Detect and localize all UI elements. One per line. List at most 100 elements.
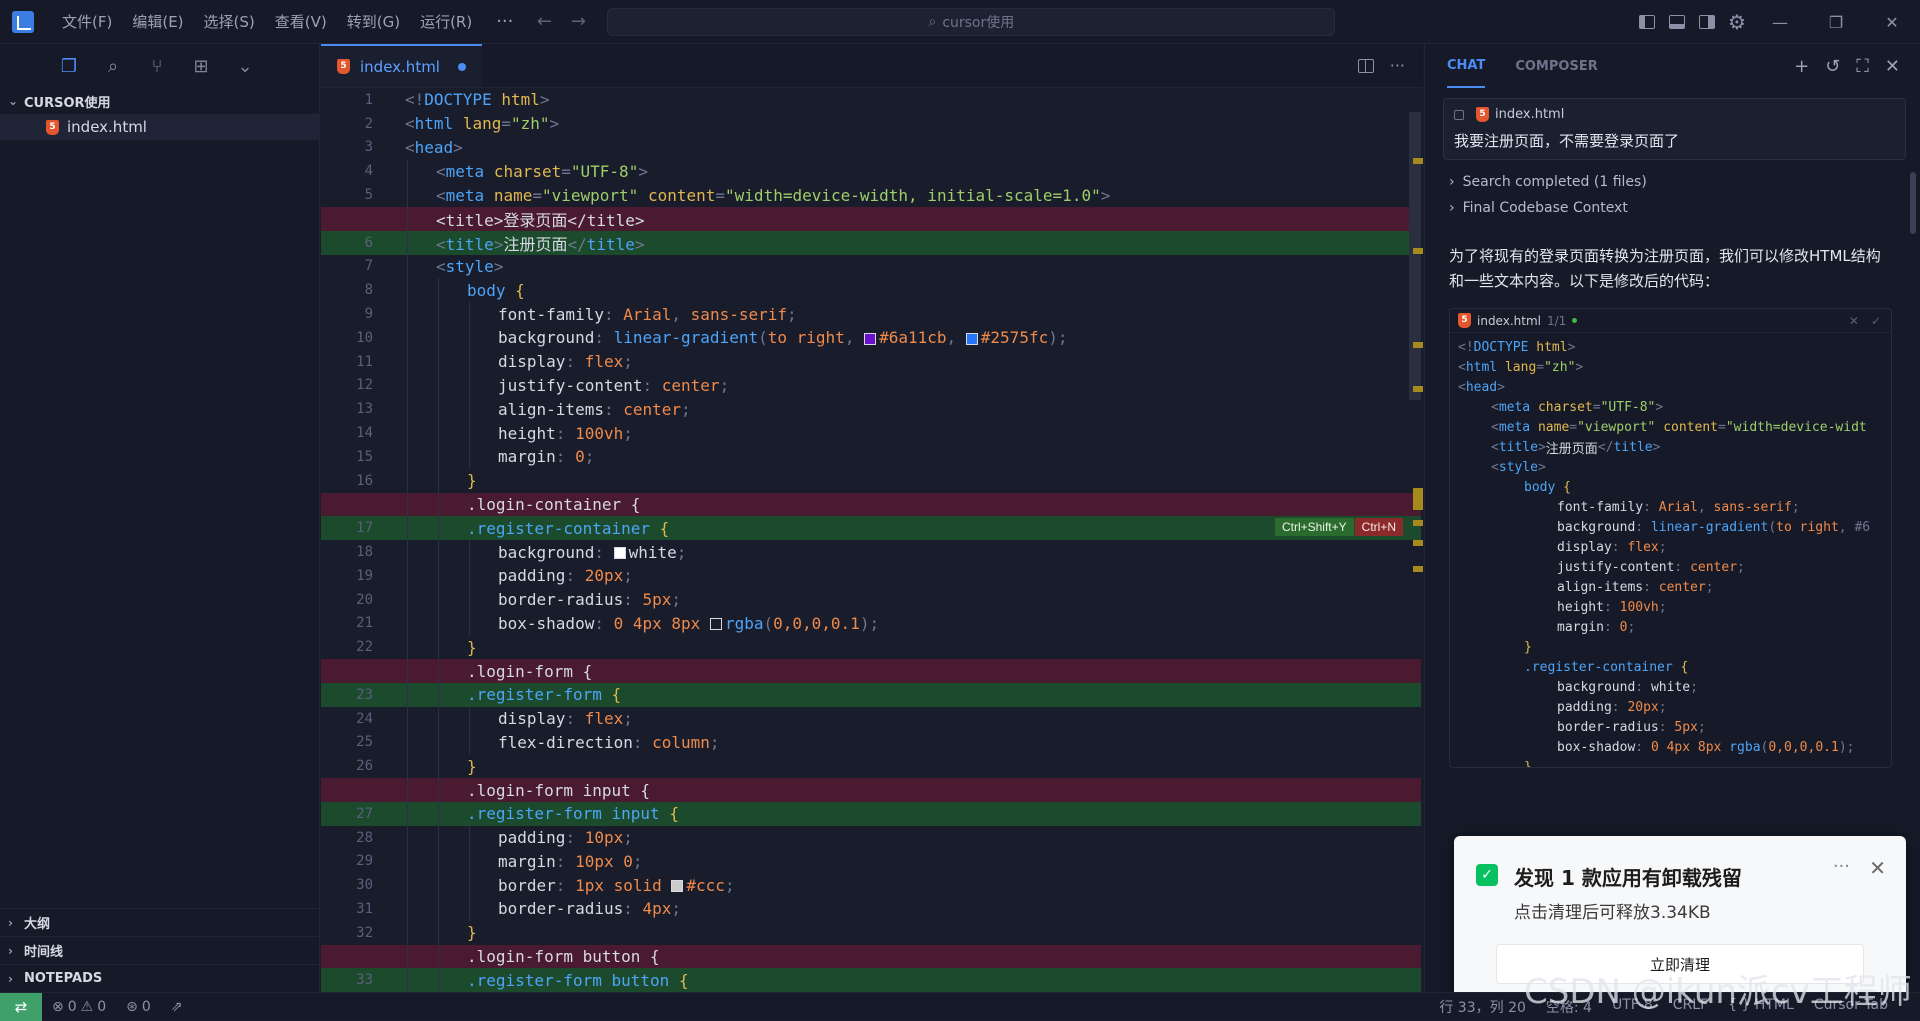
code-line[interactable]: 15 margin: 0; [321, 444, 1421, 469]
code-line[interactable]: 20 border-radius: 5px; [321, 587, 1421, 612]
folder-header[interactable]: ⌄ CURSOR使用 [0, 88, 319, 114]
sidebar-section[interactable]: › 时间线 [0, 936, 319, 964]
code-line[interactable]: 24 display: flex; [321, 706, 1421, 731]
code-line[interactable]: 8 body { [321, 278, 1421, 303]
code-line[interactable]: 16} [321, 468, 1421, 493]
deleted-code-line[interactable]: .login-form input { [321, 778, 1421, 802]
live-share-icon[interactable]: ⇗ [161, 999, 193, 1015]
deleted-code-line[interactable]: .login-form button { [321, 944, 1421, 969]
code-line[interactable]: 12 justify-content: center; [321, 373, 1421, 398]
color-swatch[interactable] [613, 547, 626, 560]
reject-icon[interactable]: ✕ [1849, 314, 1859, 328]
more-options-icon[interactable]: ··· [1833, 856, 1850, 877]
code-line[interactable]: 31 border-radius: 4px; [321, 897, 1421, 921]
editor-scrollbar[interactable] [1405, 88, 1423, 992]
command-search-box[interactable]: ⌕ cursor使用 [607, 7, 1336, 36]
accept-change-button[interactable]: Ctrl+Shift+Y [1274, 518, 1354, 537]
code-line[interactable]: 26} [321, 754, 1421, 779]
gear-icon[interactable]: ⚙ [1722, 0, 1752, 44]
code-line[interactable]: 29 margin: 10px 0; [321, 849, 1421, 874]
color-swatch[interactable] [965, 332, 978, 345]
menu-item[interactable]: 文件(F) [52, 11, 122, 32]
close-icon[interactable]: ✕ [1885, 56, 1900, 77]
back-arrow-icon[interactable]: ← [527, 11, 561, 32]
split-editor-icon[interactable] [1357, 58, 1374, 73]
more-actions-icon[interactable]: ··· [1390, 56, 1405, 75]
deleted-code-line[interactable]: .login-container { [321, 492, 1421, 517]
code-line[interactable]: 2 <html lang="zh"> [321, 112, 1421, 136]
search-view-icon[interactable]: ⌕ [100, 53, 126, 79]
more-menu-button[interactable]: ··· [482, 11, 527, 32]
code-line[interactable]: 32} [321, 920, 1421, 945]
extensions-icon[interactable]: ⊞ [188, 53, 214, 79]
color-swatch[interactable] [864, 332, 877, 345]
sidebar-section[interactable]: › NOTEPADS [0, 964, 319, 992]
maximize-panel-icon[interactable]: ⛶ [1856, 56, 1869, 77]
color-swatch[interactable] [671, 880, 684, 893]
code-line[interactable]: 28 padding: 10px; [321, 825, 1421, 850]
added-code-line[interactable]: 17 .register-container {Ctrl+Shift+Y Ctrl+… [321, 516, 1421, 541]
menu-item[interactable]: 转到(G) [337, 11, 410, 32]
code-line[interactable]: 30 border: 1px solid #ccc; [321, 873, 1421, 898]
added-code-line[interactable]: 6 <title>注册页面</title> [321, 230, 1421, 255]
forward-arrow-icon[interactable]: → [561, 11, 595, 32]
maximize-button[interactable]: ❐ [1808, 0, 1864, 44]
code-line[interactable]: 4 <meta charset="UTF-8"> [321, 159, 1421, 184]
accept-icon[interactable]: ✓ [1871, 314, 1881, 328]
code-editor[interactable]: 1 <!DOCTYPE html> 2 <html lang="zh"> 3 <head>… [321, 88, 1421, 992]
unsaved-dot-icon[interactable] [457, 62, 466, 71]
problems-indicator[interactable]: ⊗ 0 ⚠ 0 [42, 999, 116, 1015]
close-icon[interactable]: ✕ [1869, 856, 1886, 880]
code-text: <!DOCTYPE html> [405, 90, 550, 109]
toggle-secondary-sidebar-icon[interactable] [1692, 0, 1722, 44]
editor-tab[interactable]: 5 index.html [321, 44, 482, 87]
sidebar-section[interactable]: › 大纲 [0, 908, 319, 936]
toggle-primary-sidebar-icon[interactable] [1632, 0, 1662, 44]
status-item[interactable]: 行 33，列 20 [1439, 997, 1526, 1017]
explorer-icon[interactable]: ❐ [56, 53, 82, 79]
added-code-line[interactable]: 33 .register-form button { [321, 968, 1421, 992]
new-chat-icon[interactable]: + [1794, 56, 1809, 77]
code-line[interactable]: 9 font-family: Arial, sans-serif; [321, 302, 1421, 326]
code-line[interactable]: 10 background: linear-gradient(to right, … [321, 325, 1421, 350]
code-line[interactable]: 25 flex-direction: column; [321, 730, 1421, 755]
reject-change-button[interactable]: Ctrl+N [1354, 518, 1403, 537]
close-window-button[interactable]: ✕ [1864, 0, 1920, 44]
code-line[interactable]: 21 box-shadow: 0 4px 8px rgba(0,0,0,0.1); [321, 611, 1421, 636]
code-line[interactable]: 19 padding: 20px; [321, 563, 1421, 588]
menu-item[interactable]: 选择(S) [194, 11, 265, 32]
tab-composer[interactable]: COMPOSER [1515, 44, 1597, 88]
chevron-down-icon[interactable]: ⌄ [232, 53, 258, 79]
code-line[interactable]: 11 display: flex; [321, 349, 1421, 374]
code-line[interactable]: 22} [321, 635, 1421, 660]
chat-scrollbar[interactable] [1910, 172, 1916, 234]
code-line[interactable]: 13 align-items: center; [321, 397, 1421, 422]
menu-item[interactable]: 查看(V) [265, 11, 337, 32]
tab-chat[interactable]: CHAT [1447, 44, 1486, 88]
history-icon[interactable]: ↺ [1825, 56, 1840, 77]
deleted-code-line[interactable]: <title>登录页面</title> [321, 206, 1421, 231]
code-line[interactable]: 1 <!DOCTYPE html> [321, 88, 1421, 112]
remote-indicator-icon[interactable]: ⇄ [0, 992, 42, 1021]
menu-item[interactable]: 运行(R) [410, 11, 482, 32]
context-step[interactable]: › Final Codebase Context [1449, 200, 1920, 216]
toggle-panel-icon[interactable] [1662, 0, 1692, 44]
deleted-code-line[interactable]: .login-form { [321, 659, 1421, 683]
context-file-chip[interactable]: 5 index.html [1454, 107, 1895, 122]
code-line[interactable]: 14 height: 100vh; [321, 421, 1421, 445]
ports-indicator[interactable]: ⊛ 0 [116, 999, 161, 1015]
scrollbar-thumb[interactable] [1409, 112, 1421, 400]
minimize-button[interactable]: — [1752, 0, 1808, 44]
menu-item[interactable]: 编辑(E) [122, 11, 193, 32]
code-line[interactable]: 3 <head> [321, 136, 1421, 160]
added-code-line[interactable]: 27 .register-form input { [321, 801, 1421, 826]
code-line[interactable]: 18 background: white; [321, 540, 1421, 564]
code-line[interactable]: 7 <style> [321, 254, 1421, 279]
search-step[interactable]: › Search completed (1 files) [1449, 174, 1920, 190]
file-tree-item[interactable]: 5 index.html [0, 114, 319, 140]
source-control-icon[interactable]: ⑂ [144, 53, 170, 79]
color-swatch[interactable] [709, 618, 722, 631]
added-code-line[interactable]: 23 .register-form { [321, 682, 1421, 707]
user-message[interactable]: 5 index.html 我要注册页面，不需要登录页面了 [1443, 98, 1906, 160]
code-line[interactable]: 5 <meta name="viewport" content="width=de… [321, 183, 1421, 207]
